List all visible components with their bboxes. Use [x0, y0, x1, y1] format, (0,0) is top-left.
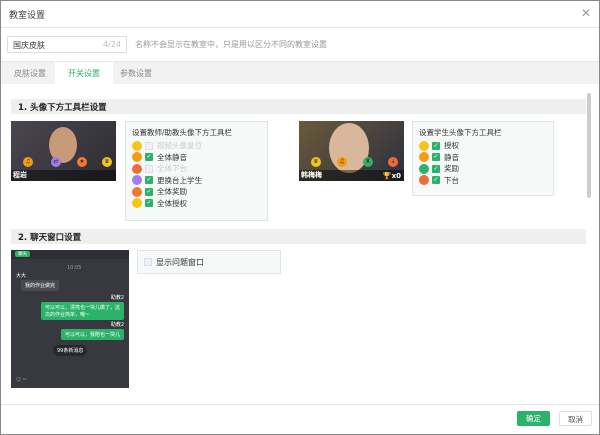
char-count: 4/24 [103, 40, 121, 49]
student-name: 韩梅梅 [301, 171, 322, 179]
mute-all-icon: ♫ [23, 157, 33, 167]
chat-tab: 聊天 [15, 251, 30, 257]
toolbar-option[interactable]: 视频头像复位 [132, 140, 261, 152]
name-hint: 名称不会显示在教室中，只是用以区分不同的教室设置 [135, 40, 327, 49]
mute-all-icon [132, 152, 142, 163]
offstage-icon: ↓ [388, 157, 398, 167]
crown-icon: ♛ [311, 157, 321, 167]
option-label: 全体授权 [157, 198, 187, 208]
question-window-checkbox[interactable] [144, 258, 152, 266]
option-checkbox[interactable]: ✓ [432, 176, 440, 185]
teacher-avatar-preview: ♫ ⇄ ★ ♛ 程岩 [11, 121, 116, 181]
all-offstage-icon [132, 163, 142, 174]
tab-switch[interactable]: 开关设置 [55, 62, 113, 85]
student-toolbar-panel: 设置学生头像下方工具栏 ✓ 授权 ✓ 静音 ✓ 奖励 ✓ 下台 [412, 121, 554, 196]
panel-title: 设置学生头像下方工具栏 [419, 128, 502, 137]
chat-message: 可以可以，我陪也一块儿 [60, 329, 124, 340]
option-label: 授权 [444, 141, 459, 151]
option-checkbox[interactable] [145, 141, 153, 150]
option-checkbox[interactable]: ✓ [145, 153, 153, 162]
option-label: 视频头像复位 [157, 141, 202, 151]
chat-sender: 助教2 [110, 295, 124, 301]
tab-params[interactable]: 参数设置 [107, 62, 165, 85]
option-checkbox[interactable]: ✓ [145, 199, 153, 208]
teacher-name: 程岩 [13, 171, 27, 179]
chat-sender: 大大 [16, 273, 27, 279]
toolbar-option[interactable]: ✓ 全体奖励 [132, 186, 261, 198]
chat-message: 我的作业做完 [21, 280, 60, 291]
option-label: 全体奖励 [157, 187, 187, 197]
trophy-icon: ♜ [363, 157, 373, 167]
toolbar-option[interactable]: ✓ 奖励 [419, 163, 547, 175]
authorize-all-icon [132, 198, 142, 209]
student-avatar-preview: ♛ ♫ ♜ ↓ 韩梅梅 🏆x0 [299, 121, 404, 181]
close-icon[interactable]: ✕ [581, 6, 591, 20]
footer-divider [1, 404, 599, 405]
emoji-icon: ☺ ✂ [16, 377, 27, 383]
chat-time: 10:05 [67, 265, 82, 271]
option-checkbox[interactable] [145, 164, 153, 173]
tab-skin[interactable]: 皮肤设置 [1, 62, 59, 85]
name-input-value: 国庆皮肤 [13, 41, 45, 50]
chat-sender: 助教2 [110, 322, 124, 328]
toolbar-option[interactable]: 全体下台 [132, 163, 261, 175]
mute-icon [419, 152, 429, 163]
tab-bar: 皮肤设置 开关设置 参数设置 [1, 61, 599, 85]
trophy-count: 🏆x0 [382, 172, 401, 180]
option-checkbox[interactable]: ✓ [432, 164, 440, 173]
switch-student-icon: ⇄ [51, 157, 61, 167]
name-input[interactable]: 国庆皮肤 4/24 [7, 36, 127, 53]
panel-title: 设置教师/助教头像下方工具栏 [132, 128, 233, 137]
option-checkbox[interactable]: ✓ [145, 187, 153, 196]
question-window-option[interactable]: 显示问题窗口 [137, 250, 281, 274]
new-messages-badge: 99条新消息 [53, 345, 88, 356]
chat-message: 可以可以，漂亮也一块儿做了，这次的作业简单，哦~ [41, 302, 124, 320]
trophy-icon [419, 163, 429, 174]
teacher-toolbar-panel: 设置教师/助教头像下方工具栏 视频头像复位 ✓ 全体静音全体下台 ✓ 更换台上学生 ✓ 全体… [125, 121, 268, 221]
reward-all-icon: ★ [77, 157, 87, 167]
offstage-icon [419, 175, 429, 186]
divider [1, 27, 599, 28]
section-toolbar-title: 1. 头像下方工具栏设置 [11, 99, 586, 114]
section-chat-title: 2. 聊天窗口设置 [11, 229, 586, 244]
switch-student-icon [132, 175, 142, 186]
option-checkbox[interactable]: ✓ [432, 153, 440, 162]
toolbar-option[interactable]: ✓ 下台 [419, 175, 547, 187]
reward-all-icon [132, 186, 142, 197]
option-label: 静音 [444, 152, 459, 162]
option-checkbox[interactable]: ✓ [432, 141, 440, 150]
toolbar-option[interactable]: ✓ 全体授权 [132, 198, 261, 210]
reset-icon [132, 140, 142, 151]
authorize-all-icon: ♛ [102, 157, 112, 167]
option-label: 全体静音 [157, 152, 187, 162]
toolbar-option[interactable]: ✓ 更换台上学生 [132, 175, 261, 187]
option-checkbox[interactable]: ✓ [145, 176, 153, 185]
option-label: 下台 [444, 175, 459, 185]
option-label: 更换台上学生 [157, 175, 202, 185]
toolbar-option[interactable]: ✓ 全体静音 [132, 152, 261, 164]
ok-button[interactable]: 确定 [517, 411, 550, 426]
dialog-title: 教室设置 [9, 11, 46, 21]
option-label: 全体下台 [157, 164, 187, 174]
toolbar-option[interactable]: ✓ 授权 [419, 140, 547, 152]
scrollbar[interactable] [587, 93, 591, 198]
chat-window-preview: 聊天 10:05 大大 我的作业做完 助教2 可以可以，漂亮也一块儿做了，这次的… [11, 250, 129, 388]
option-label: 奖励 [444, 164, 459, 174]
option-label: 显示问题窗口 [156, 257, 204, 267]
mute-icon: ♫ [337, 157, 347, 167]
crown-icon [419, 140, 429, 151]
cancel-button[interactable]: 取消 [559, 411, 592, 426]
toolbar-option[interactable]: ✓ 静音 [419, 152, 547, 164]
